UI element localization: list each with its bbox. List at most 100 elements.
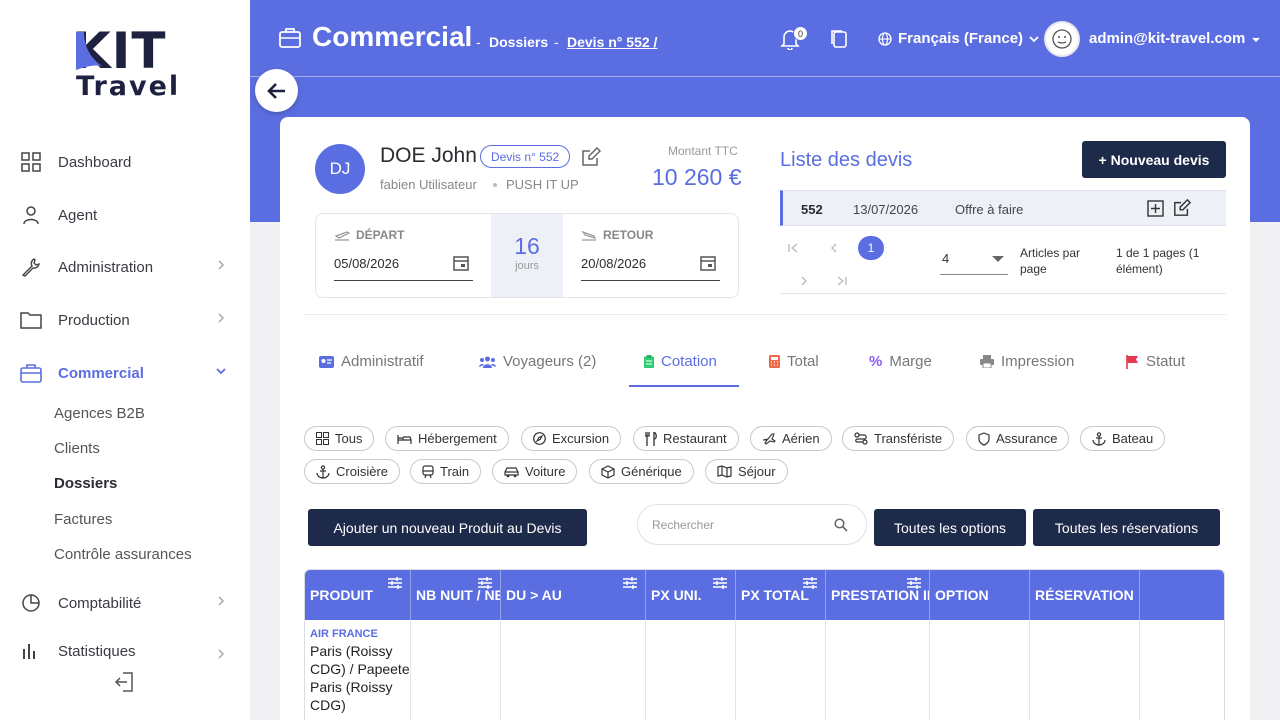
all-reservations-button[interactable]: Toutes les réservations: [1033, 509, 1220, 546]
filter-chip-assurance[interactable]: Assurance: [966, 426, 1070, 451]
filter-chip-bateau[interactable]: Bateau: [1080, 426, 1166, 451]
sidebar-sub-controle-assurances[interactable]: Contrôle assurances: [54, 546, 192, 563]
filter-label: Tous: [335, 431, 363, 446]
kit-travel-logo[interactable]: KIT Travel: [72, 26, 178, 104]
add-box-icon[interactable]: [1147, 200, 1164, 217]
filter-chip-tous[interactable]: Tous: [304, 426, 375, 451]
prev-page-icon[interactable]: [828, 242, 840, 254]
chevron-right-icon: [218, 596, 225, 606]
filter-chip-aerien[interactable]: Aérien: [750, 426, 832, 451]
column-header-reservation[interactable]: RÉSERVATION: [1030, 570, 1140, 620]
copy-icon[interactable]: [830, 29, 848, 49]
filter-chip-transferiste[interactable]: Transfériste: [842, 426, 955, 451]
column-header-label: OPTION: [935, 587, 989, 603]
sidebar-item-administration[interactable]: Administration: [20, 252, 232, 282]
tab-cotation[interactable]: Cotation: [644, 353, 717, 370]
folder-icon: [20, 309, 42, 331]
filter-label: Séjour: [738, 464, 776, 479]
next-page-icon[interactable]: [798, 275, 810, 287]
column-header-nb-nuit[interactable]: NB NUIT / NB: [411, 570, 501, 620]
column-header-label: DU > AU: [506, 587, 562, 603]
tab-voyageurs[interactable]: Voyageurs (2): [479, 353, 596, 370]
filter-chip-excursion[interactable]: Excursion: [521, 426, 622, 451]
filter-chip-voiture[interactable]: Voiture: [492, 459, 578, 484]
new-devis-button[interactable]: + Nouveau devis: [1082, 141, 1226, 178]
caret-down-icon[interactable]: [992, 256, 1004, 262]
column-header-option[interactable]: OPTION: [930, 570, 1030, 620]
header-divider: [250, 76, 1280, 77]
filter-chip-sejour[interactable]: Séjour: [705, 459, 788, 484]
sidebar-sub-dossiers[interactable]: Dossiers: [54, 475, 117, 492]
tab-statut[interactable]: Statut: [1126, 353, 1185, 370]
calendar-icon[interactable]: [700, 255, 716, 271]
sidebar-sub-agences-b2b[interactable]: Agences B2B: [54, 405, 145, 422]
add-product-button[interactable]: Ajouter un nouveau Produit au Devis: [308, 509, 587, 546]
calendar-icon[interactable]: [453, 255, 469, 271]
search-icon[interactable]: [834, 518, 848, 532]
per-page-select[interactable]: 4: [942, 251, 949, 266]
breadcrumb-dossiers[interactable]: Dossiers: [489, 34, 548, 50]
all-options-button[interactable]: Toutes les options: [874, 509, 1026, 546]
depart-date-field[interactable]: 05/08/2026: [334, 256, 399, 271]
filter-sliders-icon[interactable]: [907, 576, 921, 590]
first-page-icon[interactable]: [787, 242, 799, 254]
tab-administratif[interactable]: Administratif: [319, 353, 424, 370]
column-header-px-uni[interactable]: PX UNI.: [646, 570, 736, 620]
devis-row[interactable]: 552 13/07/2026 Offre à faire: [780, 190, 1226, 226]
edit-icon[interactable]: [1173, 199, 1191, 217]
language-selector[interactable]: Français (France): [878, 30, 1039, 47]
retour-date-field[interactable]: 20/08/2026: [581, 256, 646, 271]
filter-chip-train[interactable]: Train: [410, 459, 482, 484]
column-header-produit[interactable]: PRODUIT: [305, 570, 411, 620]
bar-chart-icon: [20, 641, 42, 661]
sidebar-item-agent[interactable]: Agent: [20, 200, 232, 230]
tab-total[interactable]: Total: [769, 353, 819, 370]
filter-chip-croisiere[interactable]: Croisière: [304, 459, 401, 484]
filter-chip-restaurant[interactable]: Restaurant: [633, 426, 739, 451]
breadcrumb-devis[interactable]: Devis n° 552 /: [567, 34, 657, 50]
user-menu[interactable]: admin@kit-travel.com: [1089, 30, 1261, 47]
tab-impression[interactable]: Impression: [980, 353, 1074, 370]
filter-label: Restaurant: [663, 431, 727, 446]
tab-marge[interactable]: % Marge: [869, 353, 932, 370]
sidebar-item-production[interactable]: Production: [20, 305, 232, 335]
filter-chip-generique[interactable]: Générique: [589, 459, 694, 484]
briefcase-icon: [279, 28, 301, 48]
filter-sliders-icon[interactable]: [713, 576, 727, 590]
column-header-px-total[interactable]: PX TOTAL: [736, 570, 826, 620]
sidebar-sub-factures[interactable]: Factures: [54, 511, 112, 528]
sidebar-item-commercial[interactable]: Commercial: [20, 358, 232, 388]
column-header-label: PRODUIT: [310, 587, 373, 603]
sidebar-item-label: Agent: [58, 206, 98, 224]
edit-icon[interactable]: [581, 147, 601, 167]
filter-sliders-icon[interactable]: [478, 576, 492, 590]
route-icon: [854, 432, 868, 445]
sidebar-item-comptabilite[interactable]: Comptabilité: [20, 588, 232, 618]
column-header-prestation[interactable]: PRESTATION INCLUSE: [826, 570, 930, 620]
sidebar-item-label: Production: [58, 311, 130, 329]
users-icon: [479, 356, 496, 368]
filter-sliders-icon[interactable]: [803, 576, 817, 590]
search-box[interactable]: [637, 504, 867, 545]
sidebar-item-statistiques[interactable]: Statistiques: [20, 641, 232, 661]
last-page-icon[interactable]: [836, 275, 848, 287]
sidebar-sub-clients[interactable]: Clients: [54, 440, 100, 457]
filter-sliders-icon[interactable]: [388, 576, 402, 590]
flag-icon: [1126, 354, 1138, 369]
filter-chip-hebergement[interactable]: Hébergement: [385, 426, 509, 451]
shield-icon: [978, 431, 990, 446]
chevron-down-icon: [216, 368, 226, 375]
logout-icon[interactable]: [113, 670, 137, 694]
filter-sliders-icon[interactable]: [623, 576, 637, 590]
notification-badge: 0: [793, 26, 808, 41]
back-button[interactable]: [255, 69, 298, 112]
depart-underline: [334, 280, 473, 281]
column-header-du-au[interactable]: DU > AU: [501, 570, 646, 620]
sidebar-item-dashboard[interactable]: Dashboard: [20, 147, 232, 177]
tab-label: Total: [787, 353, 819, 370]
printer-icon: [980, 355, 994, 368]
avatar[interactable]: [1044, 21, 1080, 57]
page-number-current[interactable]: 1: [858, 236, 884, 260]
retour-underline: [581, 280, 720, 281]
search-input[interactable]: [652, 515, 822, 535]
